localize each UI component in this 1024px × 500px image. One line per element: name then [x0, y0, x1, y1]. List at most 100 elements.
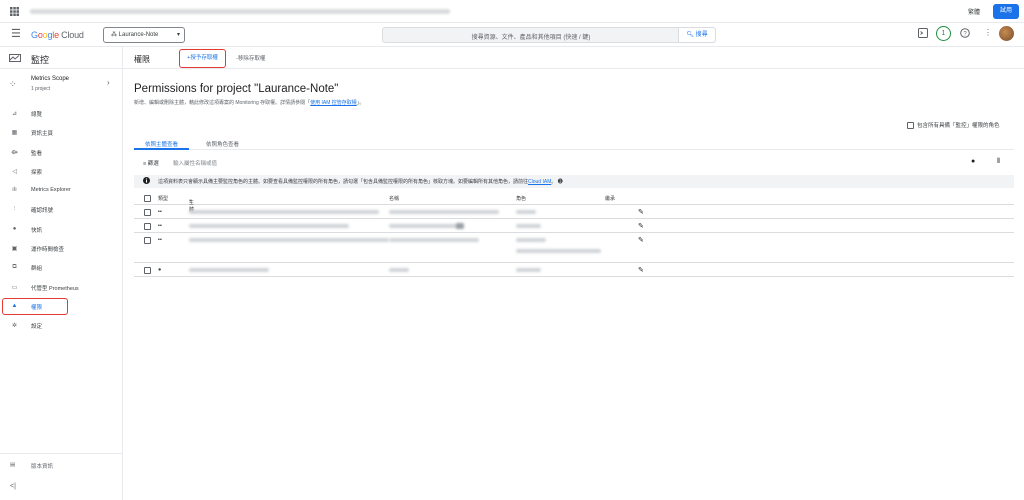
tab-view-by-principal[interactable]: 依照主體查看: [145, 140, 178, 148]
sidebar-item-alerting[interactable]: ● 快訊: [0, 220, 123, 239]
role-cell-blurred: [516, 224, 541, 228]
metrics-scope[interactable]: ⁘ Metrics Scope 1 project ›: [0, 72, 123, 98]
explore-icon: ◁: [12, 168, 17, 175]
cloud-shell-icon[interactable]: [918, 28, 928, 40]
grant-access-button[interactable]: +授予存取權: [179, 49, 226, 68]
sidebar-item-label: 代管型 Prometheus: [31, 285, 79, 292]
role-cell-blurred: [516, 249, 601, 253]
sidebar-item-label: 總覽: [31, 112, 43, 118]
dashboard-icon: ▦: [11, 130, 18, 137]
chevron-right-icon: ›: [107, 78, 110, 87]
edit-pencil-icon[interactable]: ✎: [638, 266, 644, 274]
project-name: Laurance-Note: [118, 32, 159, 38]
notice-text: 這項資料表只會顯示具備主要監控角色的主體。如要查看具備監控權限的所有角色，請勾選…: [158, 179, 563, 185]
name-cell-icon-blurred: [456, 223, 464, 229]
apps-grid-icon[interactable]: [10, 7, 19, 16]
row-checkbox[interactable]: [144, 267, 151, 274]
sidebar-item-label: 確認訊號: [31, 208, 54, 215]
signal-icon: ⫶: [13, 206, 16, 213]
help-icon[interactable]: ●: [971, 158, 975, 165]
sidebar-item-monitor[interactable]: ⟴ 監看: [0, 143, 123, 162]
overview-icon: ⊿: [11, 111, 18, 117]
help-icon[interactable]: ❷: [558, 179, 563, 185]
role-cell-blurred: [516, 210, 536, 214]
table-row: ▪▪ ✎: [134, 233, 1014, 263]
edit-pencil-icon[interactable]: ✎: [638, 222, 644, 230]
collapse-sidebar-icon[interactable]: <|: [10, 483, 16, 490]
filter-icon: ≡ 篩選: [143, 161, 159, 167]
filter-input[interactable]: 輸入屬性名稱或值: [173, 159, 217, 167]
search-placeholder: 搜尋資源、文件、產品和其他項目 (快速 / 鍵): [471, 35, 591, 41]
google-cloud-logo[interactable]: Google Cloud: [31, 30, 84, 40]
sidebar-nav: ⊿ 總覽 ▦ 資訊主頁 ⟴ 監看 ◁ 探索 ılı Metrics Explorer ⫶ 確…: [0, 104, 123, 336]
project-selector[interactable]: ⁂ Laurance-Note ▾: [103, 27, 185, 43]
sidebar-item-overview[interactable]: ⊿ 總覽: [0, 104, 123, 123]
sidebar-item-permissions[interactable]: ▲ 權限: [0, 297, 123, 316]
groups-icon: ⧉: [12, 264, 17, 271]
table-row: ▪▪ ✎: [134, 205, 1014, 219]
sidebar-item-label: 運作時間檢查: [31, 247, 65, 254]
more-vert-icon[interactable]: ⋮: [984, 28, 992, 37]
row-checkbox[interactable]: [144, 237, 151, 244]
principal-cell-blurred: [189, 224, 349, 228]
edit-pencil-icon[interactable]: ✎: [638, 236, 644, 244]
column-display-icon[interactable]: ⦀: [997, 158, 1000, 166]
table-row: ● ✎: [134, 263, 1014, 277]
tab-view-by-role[interactable]: 依照角色查看: [206, 140, 239, 148]
monitor-icon: ⟴: [11, 149, 18, 156]
principal-cell-blurred: [189, 268, 269, 272]
view-tabs: 依照主體查看 依照角色查看: [134, 137, 1014, 150]
group-type-icon: ▪▪: [158, 223, 162, 229]
checkbox-icon: [907, 122, 914, 130]
cloud-iam-link[interactable]: Cloud IAM: [528, 179, 551, 185]
page-toolbar: 權限 +授予存取權 -移除存取權: [123, 47, 1024, 69]
select-all-checkbox[interactable]: [144, 195, 151, 202]
row-checkbox[interactable]: [144, 209, 151, 216]
release-notes-icon: ▤: [10, 462, 16, 468]
principals-table: 類型 主體 🠕 名稱 角色 繼承 ▪▪ ✎ ▪▪ ✎ ▪▪: [134, 191, 1014, 277]
name-cell-blurred: [389, 224, 459, 228]
sidebar-title: 監控: [31, 55, 50, 65]
sidebar-item-explore[interactable]: ◁ 探索: [0, 162, 123, 181]
row-checkbox[interactable]: [144, 223, 151, 230]
principal-cell-blurred: [189, 210, 379, 214]
sidebar-item-signals[interactable]: ⫶ 確認訊號: [0, 200, 123, 219]
sidebar-item-label: 資訊主頁: [31, 131, 54, 138]
permissions-heading: Permissions for project "Laurance-Note": [134, 83, 339, 95]
user-type-icon: ●: [158, 267, 162, 273]
sidebar-item-label: 設定: [31, 324, 43, 331]
sidebar-item-metrics-explorer[interactable]: ılı Metrics Explorer: [0, 181, 123, 200]
col-header-inheritance: 繼承: [605, 196, 616, 202]
include-all-roles-checkbox[interactable]: 包含所有具備「監控」權限的角色: [907, 121, 1000, 130]
avatar[interactable]: [999, 26, 1014, 41]
menu-icon[interactable]: ☰: [11, 29, 21, 40]
sidebar-item-settings[interactable]: ✲ 設定: [0, 316, 123, 335]
sidebar: 監控 ⁘ Metrics Scope 1 project › ⊿ 總覽 ▦ 資訊主頁…: [0, 47, 123, 500]
sidebar-item-label: 監看: [31, 150, 43, 157]
remove-access-button[interactable]: -移除存取權: [236, 54, 265, 62]
sidebar-footer: ▤ 版本資訊: [0, 453, 123, 470]
scope-subtitle: 1 project: [31, 86, 51, 92]
language-link[interactable]: 繁體: [968, 7, 980, 16]
name-cell-blurred: [389, 238, 479, 242]
filter-bar[interactable]: ≡ 篩選 輸入屬性名稱或值 ● ⦀: [134, 156, 1014, 170]
help-icon[interactable]: ?: [960, 28, 970, 40]
sidebar-item-uptime-checks[interactable]: ▣ 運作時間檢查: [0, 239, 123, 258]
edit-pencil-icon[interactable]: ✎: [638, 208, 644, 216]
uptime-icon: ▣: [11, 246, 18, 253]
release-notes-link[interactable]: ▤ 版本資訊: [10, 462, 53, 470]
search-bar[interactable]: 搜尋資源、文件、產品和其他項目 (快速 / 鍵) 🔍︎ 搜尋: [382, 27, 716, 43]
col-header-name: 名稱: [389, 196, 400, 202]
project-icon: ⁂: [111, 32, 119, 38]
search-button[interactable]: 🔍︎ 搜尋: [678, 28, 715, 42]
monitoring-icon: [9, 54, 21, 64]
iam-docs-link[interactable]: 使用 IAM 控管存取權: [310, 100, 357, 106]
name-cell-blurred: [389, 268, 409, 272]
main-content: 權限 +授予存取權 -移除存取權 Permissions for project…: [123, 47, 1024, 500]
try-button[interactable]: 試用: [993, 4, 1019, 19]
sidebar-item-prometheus[interactable]: ▭ 代管型 Prometheus: [0, 278, 123, 297]
sidebar-item-groups[interactable]: ⧉ 群組: [0, 258, 123, 277]
notification-count-badge[interactable]: 1: [936, 26, 951, 41]
col-header-role: 角色: [516, 196, 527, 202]
sidebar-item-dashboards[interactable]: ▦ 資訊主頁: [0, 123, 123, 142]
